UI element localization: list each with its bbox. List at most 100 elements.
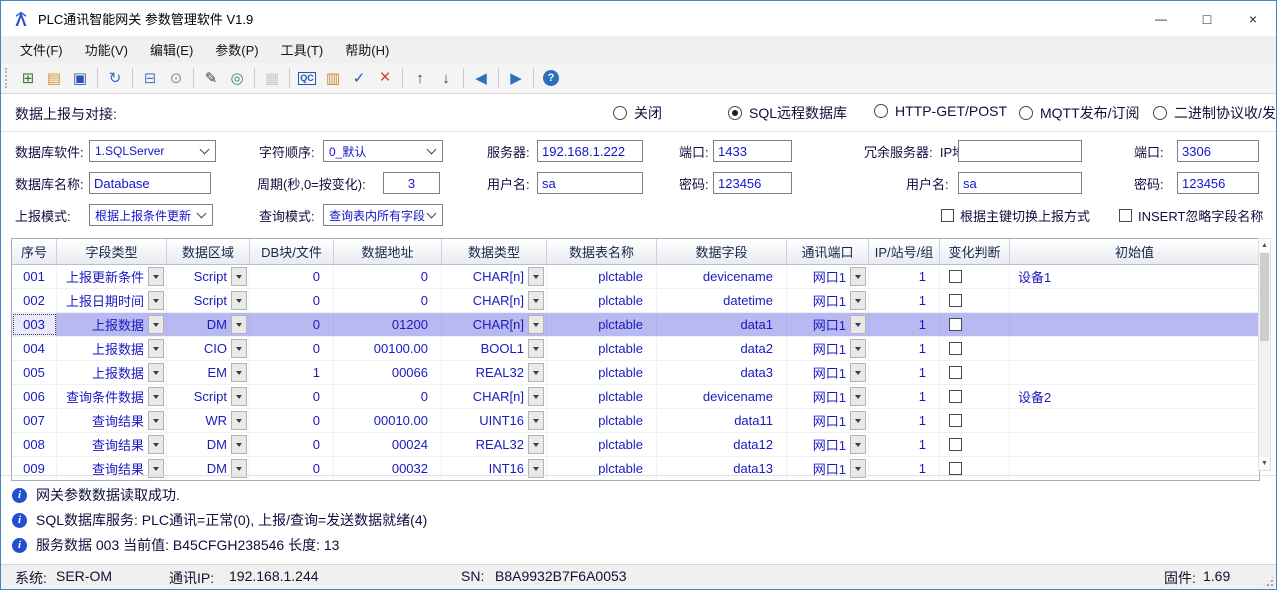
prev-icon[interactable]: ◀ bbox=[468, 66, 494, 90]
cell-changed[interactable] bbox=[940, 433, 1010, 456]
dropdown-arrow-icon[interactable] bbox=[231, 315, 247, 334]
cell-port[interactable]: 网口1 bbox=[787, 337, 869, 360]
cell-init[interactable] bbox=[1010, 289, 1259, 312]
cell-area[interactable]: EM bbox=[167, 361, 250, 384]
cell-field[interactable]: data1 bbox=[657, 313, 787, 336]
dropdown-arrow-icon[interactable] bbox=[148, 339, 164, 358]
cell-init[interactable] bbox=[1010, 457, 1259, 480]
cell-station[interactable]: 1 bbox=[869, 457, 940, 480]
cell-changed[interactable] bbox=[940, 457, 1010, 480]
dropdown-arrow-icon[interactable] bbox=[528, 267, 544, 286]
primary-key-checkbox[interactable]: 根据主键切换上报方式 bbox=[941, 204, 1090, 226]
cell-station[interactable]: 1 bbox=[869, 409, 940, 432]
checkbox-icon[interactable] bbox=[949, 414, 962, 427]
cell-port[interactable]: 网口1 bbox=[787, 265, 869, 288]
cell-station[interactable]: 1 bbox=[869, 361, 940, 384]
cell-addr[interactable]: 0 bbox=[334, 289, 442, 312]
cell-db[interactable]: 0 bbox=[250, 457, 334, 480]
cell-changed[interactable] bbox=[940, 385, 1010, 408]
menu-help[interactable]: 帮助(H) bbox=[334, 39, 400, 61]
report-mode-select[interactable]: 根据上报条件更新 bbox=[89, 204, 213, 226]
copy-add-icon[interactable]: ▥ bbox=[320, 66, 346, 90]
cell-field[interactable]: datetime bbox=[657, 289, 787, 312]
dropdown-arrow-icon[interactable] bbox=[850, 363, 866, 382]
network-sync-icon[interactable]: ◎ bbox=[224, 66, 250, 90]
cell-field_type[interactable]: 上报数据 bbox=[57, 361, 167, 384]
radio-binary-protocol[interactable]: 二进制协议收/发 bbox=[1153, 103, 1276, 123]
cell-no[interactable]: 004 bbox=[12, 337, 57, 360]
checkbox-icon[interactable] bbox=[949, 342, 962, 355]
dropdown-arrow-icon[interactable] bbox=[528, 411, 544, 430]
cell-init[interactable]: 设备1 bbox=[1010, 265, 1259, 288]
cell-db[interactable]: 1 bbox=[250, 361, 334, 384]
checkbox-icon[interactable] bbox=[949, 270, 962, 283]
port-input[interactable] bbox=[713, 140, 792, 162]
scroll-up-button[interactable]: ▲ bbox=[1259, 239, 1270, 252]
cell-dtype[interactable]: CHAR[n] bbox=[442, 289, 547, 312]
cell-table[interactable]: plctable bbox=[547, 457, 657, 480]
cell-changed[interactable] bbox=[940, 361, 1010, 384]
menu-tools[interactable]: 工具(T) bbox=[270, 39, 335, 61]
cell-port[interactable]: 网口1 bbox=[787, 457, 869, 480]
cell-station[interactable]: 1 bbox=[869, 433, 940, 456]
dropdown-arrow-icon[interactable] bbox=[850, 267, 866, 286]
cell-changed[interactable] bbox=[940, 337, 1010, 360]
menu-file[interactable]: 文件(F) bbox=[9, 39, 74, 61]
cell-field_type[interactable]: 查询结果 bbox=[57, 457, 167, 480]
server-input[interactable] bbox=[537, 140, 643, 162]
cell-area[interactable]: WR bbox=[167, 409, 250, 432]
table-row[interactable]: 005上报数据EM100066REAL32plctabledata3网口11 bbox=[12, 361, 1259, 385]
dropdown-arrow-icon[interactable] bbox=[850, 315, 866, 334]
cell-table[interactable]: plctable bbox=[547, 265, 657, 288]
insert-ignore-checkbox[interactable]: INSERT忽略字段名称 bbox=[1119, 204, 1263, 226]
cell-addr[interactable]: 00010.00 bbox=[334, 409, 442, 432]
move-down-icon[interactable]: ↓ bbox=[433, 66, 459, 90]
redundant-ip-input[interactable] bbox=[958, 140, 1082, 162]
menu-params[interactable]: 参数(P) bbox=[204, 39, 269, 61]
cell-field[interactable]: data3 bbox=[657, 361, 787, 384]
cell-port[interactable]: 网口1 bbox=[787, 313, 869, 336]
table-row[interactable]: 007查询结果WR000010.00UINT16plctabledata11网口… bbox=[12, 409, 1259, 433]
refresh-icon[interactable]: ↻ bbox=[102, 66, 128, 90]
dropdown-arrow-icon[interactable] bbox=[148, 387, 164, 406]
cell-changed[interactable] bbox=[940, 409, 1010, 432]
cell-no[interactable]: 003 bbox=[12, 313, 57, 336]
cell-station[interactable]: 1 bbox=[869, 265, 940, 288]
password-input[interactable] bbox=[713, 172, 792, 194]
period-input[interactable] bbox=[383, 172, 440, 194]
db-software-select[interactable]: 1.SQLServer bbox=[89, 140, 216, 162]
cell-dtype[interactable]: INT16 bbox=[442, 457, 547, 480]
cell-no[interactable]: 008 bbox=[12, 433, 57, 456]
redundant-password-input[interactable] bbox=[1177, 172, 1259, 194]
cell-dtype[interactable]: CHAR[n] bbox=[442, 265, 547, 288]
redundant-user-input[interactable] bbox=[958, 172, 1082, 194]
cell-table[interactable]: plctable bbox=[547, 385, 657, 408]
table-row[interactable]: 002上报日期时间Script00CHAR[n]plctabledatetime… bbox=[12, 289, 1259, 313]
dropdown-arrow-icon[interactable] bbox=[528, 339, 544, 358]
cell-addr[interactable]: 00066 bbox=[334, 361, 442, 384]
cell-addr[interactable]: 0 bbox=[334, 265, 442, 288]
vertical-scrollbar[interactable]: ▲ ▼ bbox=[1258, 238, 1271, 471]
save-icon[interactable]: ▣ bbox=[67, 66, 93, 90]
apply-check-icon[interactable]: ✓ bbox=[346, 66, 372, 90]
cell-field_type[interactable]: 上报数据 bbox=[57, 313, 167, 336]
cell-init[interactable] bbox=[1010, 409, 1259, 432]
cell-addr[interactable]: 01200 bbox=[334, 313, 442, 336]
radio-mqtt-pub-sub[interactable]: MQTT发布/订阅 bbox=[1019, 103, 1140, 123]
minimize-button[interactable]: — bbox=[1138, 1, 1184, 36]
cell-area[interactable]: Script bbox=[167, 265, 250, 288]
dropdown-arrow-icon[interactable] bbox=[850, 387, 866, 406]
serial-port-icon[interactable]: ⊙ bbox=[163, 66, 189, 90]
checkbox-icon[interactable] bbox=[949, 366, 962, 379]
dropdown-arrow-icon[interactable] bbox=[148, 435, 164, 454]
cell-area[interactable]: Script bbox=[167, 385, 250, 408]
dropdown-arrow-icon[interactable] bbox=[148, 315, 164, 334]
cell-station[interactable]: 1 bbox=[869, 313, 940, 336]
qc-display-icon[interactable]: QC bbox=[294, 66, 320, 90]
redundant-port-input[interactable] bbox=[1177, 140, 1259, 162]
next-icon[interactable]: ▶ bbox=[503, 66, 529, 90]
dropdown-arrow-icon[interactable] bbox=[850, 411, 866, 430]
cell-db[interactable]: 0 bbox=[250, 409, 334, 432]
cell-station[interactable]: 1 bbox=[869, 289, 940, 312]
cell-changed[interactable] bbox=[940, 265, 1010, 288]
